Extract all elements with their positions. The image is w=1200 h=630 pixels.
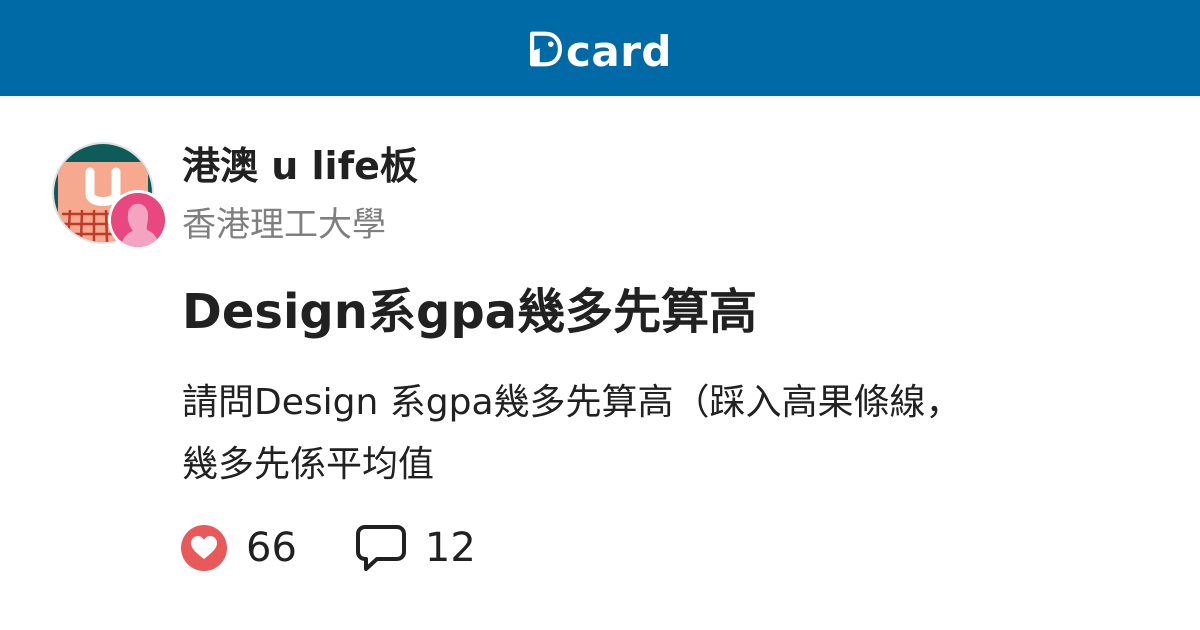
- school-name: 香港理工大學: [182, 205, 386, 245]
- post-excerpt: 請問Design 系gpa幾多先算高（踩入高果條線， 幾多先係平均值: [182, 372, 1142, 496]
- comment-count: 12: [424, 525, 476, 571]
- post-title[interactable]: Design系gpa幾多先算高: [182, 282, 757, 342]
- post-stats: 66 12: [180, 522, 476, 574]
- like-count: 66: [246, 525, 297, 571]
- forum-name[interactable]: 港澳 u life板: [182, 144, 418, 190]
- school-avatar[interactable]: [108, 190, 168, 250]
- excerpt-line: 幾多先係平均值: [182, 444, 435, 485]
- top-bar: card: [0, 0, 1200, 96]
- female-silhouette-icon: [111, 193, 165, 247]
- dcard-logo[interactable]: card: [530, 22, 672, 76]
- comment-bubble-icon: [355, 525, 406, 571]
- logo-wordmark: card: [565, 27, 672, 76]
- heart-icon: [181, 525, 227, 571]
- excerpt-line: 請問Design 系gpa幾多先算高（踩入高果條線，: [182, 382, 962, 423]
- comment-stat[interactable]: 12: [355, 523, 476, 573]
- dcard-d-logo-icon: [530, 31, 562, 67]
- like-stat[interactable]: 66: [180, 524, 297, 572]
